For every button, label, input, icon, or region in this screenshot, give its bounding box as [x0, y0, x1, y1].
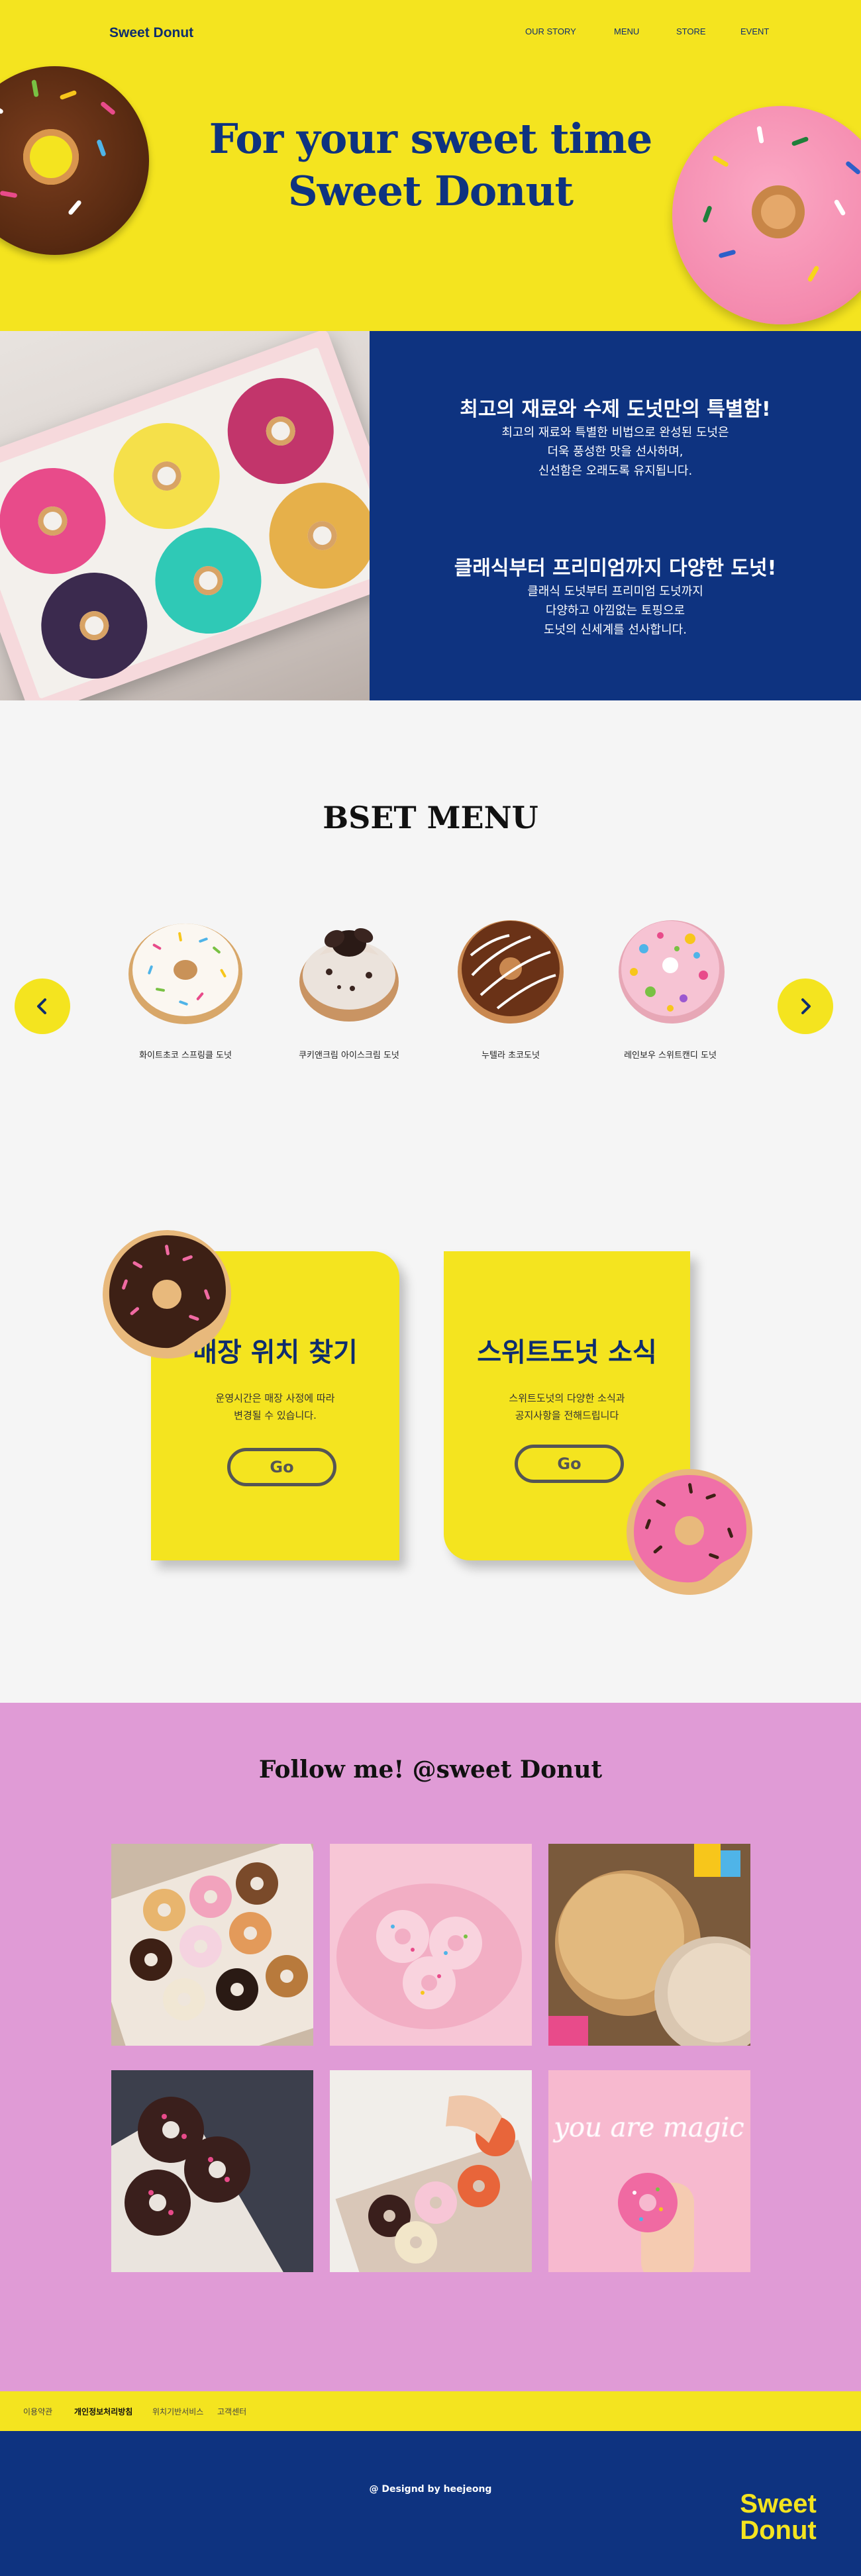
rainbow-candy-donut-image	[619, 920, 725, 1024]
page: Sweet Donut OUR STORY MENU STORE EVENT F…	[0, 0, 861, 2576]
news-go-button[interactable]: Go	[515, 1445, 624, 1483]
footer: @ Designd by heejeong Sweet Donut	[0, 2431, 861, 2576]
instagram-photo-1[interactable]	[111, 1844, 313, 2046]
news-text: 스위트도넛의 다양한 소식과 공지사항을 전해드립니다	[444, 1390, 690, 1424]
menu-next-button[interactable]	[778, 978, 833, 1034]
store-location-go-button[interactable]: Go	[227, 1448, 336, 1486]
hero-title-line1: For your sweet time	[209, 115, 653, 163]
chevron-left-icon	[37, 998, 46, 1014]
best-menu-title: BSET MENU	[323, 800, 538, 835]
footer-logo-line2: Donut	[740, 2516, 817, 2545]
nav-store[interactable]: STORE	[676, 26, 706, 36]
instagram-photo-5[interactable]	[330, 2070, 532, 2272]
nutella-donut-image	[458, 920, 564, 1024]
instagram-photo-4[interactable]	[111, 2070, 313, 2272]
nav-menu[interactable]: MENU	[614, 26, 639, 36]
store-location-text: 운영시간은 매장 사정에 따라 변경될 수 있습니다.	[151, 1390, 399, 1424]
footer-logo-line1: Sweet	[740, 2489, 817, 2518]
feature-2-line: 클래식 도넛부터 프리미엄 도넛까지	[527, 585, 703, 598]
footer-link-terms[interactable]: 이용약관	[23, 2406, 52, 2417]
menu-item-name: 쿠키앤크림 아이스크림 도넛	[299, 1051, 399, 1061]
menu-item-name: 누텔라 초코도넛	[481, 1051, 540, 1061]
feature-title-1: 최고의 재료와 수제 도넛만의 특별함!	[460, 398, 771, 421]
hero-section: Sweet Donut OUR STORY MENU STORE EVENT F…	[0, 0, 861, 331]
instagram-photo-6[interactable]: you are magic	[548, 2070, 750, 2272]
feature-section: 최고의 재료와 수제 도넛만의 특별함! 최고의 재료와 특별한 비법으로 완성…	[0, 331, 861, 700]
footer-link-support[interactable]: 고객센터	[217, 2406, 246, 2417]
hero-title-line2: Sweet Donut	[287, 167, 574, 216]
footer-links-bar: 이용약관 개인정보처리방침 위치기반서비스 고객센터	[0, 2391, 861, 2431]
menu-prev-button[interactable]	[15, 978, 70, 1034]
footer-link-privacy[interactable]: 개인정보처리방침	[74, 2406, 132, 2417]
white-choco-donut-image	[128, 924, 242, 1024]
instagram-photo-2[interactable]	[330, 1844, 532, 2046]
nav-event[interactable]: EVENT	[740, 26, 769, 36]
donut-box-photo	[0, 331, 370, 700]
nav-our-story[interactable]: OUR STORY	[525, 26, 576, 36]
feature-2-line: 다양하고 아낌없는 토핑으로	[545, 603, 685, 618]
feature-1-line: 최고의 재료와 특별한 비법으로 완성된 도넛은	[501, 426, 729, 440]
best-menu-section: BSET MENU 화이트초코 스프링클 도넛 쿠키앤크림 아이스크림 도넛 누…	[0, 700, 861, 1098]
feature-1-line: 더욱 풍성한 맛을 선사하며,	[547, 444, 684, 459]
footer-logo[interactable]: Sweet Donut	[732, 2491, 825, 2544]
footer-link-location[interactable]: 위치기반서비스	[152, 2406, 203, 2417]
feature-text-panel: 최고의 재료와 수제 도넛만의 특별함! 최고의 재료와 특별한 비법으로 완성…	[370, 331, 861, 700]
feature-text-2: 클래식 도넛부터 프리미엄 도넛까지 다양하고 아낌없는 토핑으로 도넛의 신세…	[370, 583, 861, 640]
news-title: 스위트도넛 소식	[477, 1337, 657, 1368]
feature-title-2: 클래식부터 프리미엄까지 다양한 도넛!	[454, 557, 777, 580]
card-text-line: 공지사항을 전해드립니다	[515, 1409, 619, 1421]
main-nav: OUR STORY MENU STORE EVENT	[0, 26, 861, 40]
card-text-line: 운영시간은 매장 사정에 따라	[215, 1392, 335, 1404]
card-text-line: 스위트도넛의 다양한 소식과	[509, 1392, 625, 1404]
instagram-photo-3[interactable]	[548, 1844, 750, 2046]
cookie-cream-donut-image	[299, 928, 399, 1022]
card-text-line: 변경될 수 있습니다.	[234, 1409, 317, 1421]
menu-item-name: 레인보우 스위트캔디 도넛	[624, 1051, 717, 1061]
chocolate-donut-illustration	[103, 1230, 231, 1359]
instagram-title: Follow me! @sweet Donut	[258, 1756, 603, 1784]
feature-1-line: 신선함은 오래도록 유지됩니다.	[538, 463, 693, 478]
hero-title: For your sweet time Sweet Donut	[0, 113, 861, 218]
instagram-section: Follow me! @sweet Donut you are magic	[0, 1703, 861, 2391]
neon-sign-text: you are magic	[552, 2113, 744, 2143]
pink-donut-illustration	[627, 1469, 752, 1595]
feature-2-line: 도넛의 신세계를 선사합니다.	[544, 622, 687, 637]
feature-text-1: 최고의 재료와 특별한 비법으로 완성된 도넛은 더욱 풍성한 맛을 선사하며,…	[370, 424, 861, 481]
chevron-right-icon	[801, 998, 811, 1014]
menu-item-name: 화이트초코 스프링클 도넛	[139, 1051, 232, 1061]
